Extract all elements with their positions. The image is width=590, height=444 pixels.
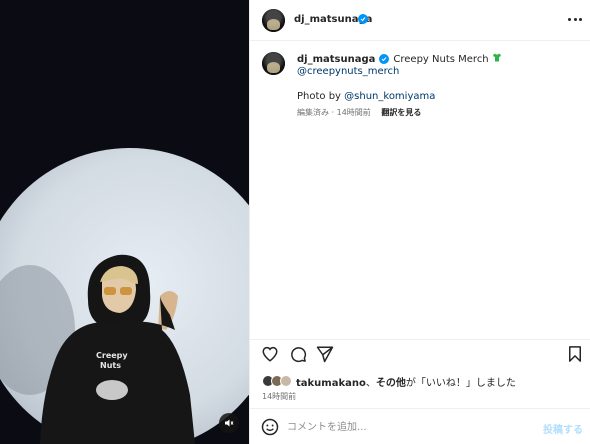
caption-text: Creepy Nuts Merch (393, 53, 489, 65)
post-photo: Creepy Nuts (0, 0, 249, 444)
svg-text:Nuts: Nuts (100, 361, 121, 370)
caption: dj_matsunaga Creepy Nuts Merch (297, 53, 502, 65)
photo-credit: Photo by @shun_komiyama (297, 91, 435, 102)
comment-bar: 投稿する (250, 408, 590, 444)
post-media[interactable]: Creepy Nuts (0, 0, 249, 444)
likes-others[interactable]: その他 (376, 378, 406, 389)
likes-text[interactable]: takumakano、その他が「いいね！」しました (296, 374, 516, 389)
verified-badge-icon (379, 54, 390, 64)
svg-text:Creepy: Creepy (96, 351, 128, 360)
comment-input[interactable] (287, 418, 517, 436)
liker-username[interactable]: takumakano (296, 378, 366, 389)
edited-time: 編集済み · 14時間前 (297, 108, 371, 117)
tshirt-icon (492, 53, 502, 65)
comment-bubble-icon[interactable] (289, 345, 307, 363)
likes-summary: takumakano、その他が「いいね！」しました (262, 374, 516, 389)
post-timestamp[interactable]: 14時間前 (262, 391, 296, 402)
send-icon[interactable] (316, 345, 334, 363)
translate-link[interactable]: 翻訳を見る (381, 108, 421, 117)
caption-avatar[interactable] (262, 52, 285, 75)
mute-button[interactable] (219, 413, 239, 433)
caption-meta: 編集済み · 14時間前 翻訳を見る (297, 107, 421, 118)
post-header: dj_matsunaga (250, 0, 590, 41)
photographer-link[interactable]: @shun_komiyama (344, 91, 435, 102)
avatar (280, 375, 292, 387)
post-side-panel: dj_matsunaga dj_matsunaga Creepy Nuts Me… (249, 0, 590, 444)
emoji-smile-icon[interactable] (261, 418, 279, 436)
heart-icon[interactable] (261, 345, 279, 363)
post-comment-button[interactable]: 投稿する (543, 421, 583, 436)
mention-link[interactable]: @creepynuts_merch (297, 66, 399, 77)
likes-separator: 、 (365, 377, 376, 389)
speaker-muted-icon (225, 419, 234, 427)
action-bar-divider (250, 339, 590, 340)
verified-badge-icon (358, 14, 368, 24)
likes-suffix: が「いいね！」しました (405, 377, 516, 389)
caption-username[interactable]: dj_matsunaga (297, 54, 375, 65)
bookmark-icon[interactable] (566, 345, 584, 363)
more-options-icon[interactable] (568, 12, 582, 26)
photo-credit-prefix: Photo by (297, 91, 345, 102)
avatar[interactable] (262, 9, 285, 32)
